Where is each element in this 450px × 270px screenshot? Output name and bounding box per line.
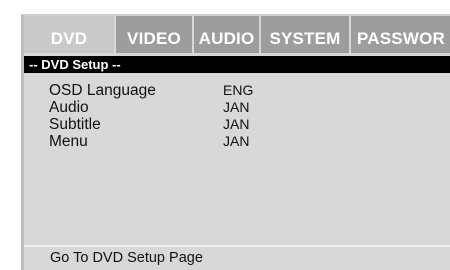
setting-label: Audio <box>49 99 89 116</box>
setting-value: JAN <box>223 133 250 149</box>
setting-value: JAN <box>223 116 250 132</box>
setting-row-audio[interactable]: Audio JAN <box>49 99 450 116</box>
setting-value: ENG <box>223 82 254 98</box>
setting-value: JAN <box>223 99 250 115</box>
tab-system[interactable]: SYSTEM <box>261 16 351 53</box>
setting-label: Menu <box>49 133 88 150</box>
tab-bar: DVD VIDEO AUDIO SYSTEM PASSWOR <box>24 16 450 53</box>
setting-row-osd-language[interactable]: OSD Language ENG <box>49 82 450 99</box>
tab-password[interactable]: PASSWOR <box>351 16 450 53</box>
setting-label: OSD Language <box>49 82 156 99</box>
dvd-setup-menu: DVD VIDEO AUDIO SYSTEM PASSWOR -- DVD Se… <box>21 14 450 270</box>
setting-row-menu[interactable]: Menu JAN <box>49 133 450 150</box>
tab-audio[interactable]: AUDIO <box>194 16 261 53</box>
tab-dvd[interactable]: DVD <box>24 16 116 53</box>
setting-label: Subtitle <box>49 116 101 133</box>
tab-video[interactable]: VIDEO <box>116 16 194 53</box>
settings-list: OSD Language ENG Audio JAN Subtitle JAN … <box>49 82 450 150</box>
setting-row-subtitle[interactable]: Subtitle JAN <box>49 116 450 133</box>
status-bar: Go To DVD Setup Page <box>24 245 450 270</box>
section-title: -- DVD Setup -- <box>24 56 450 73</box>
